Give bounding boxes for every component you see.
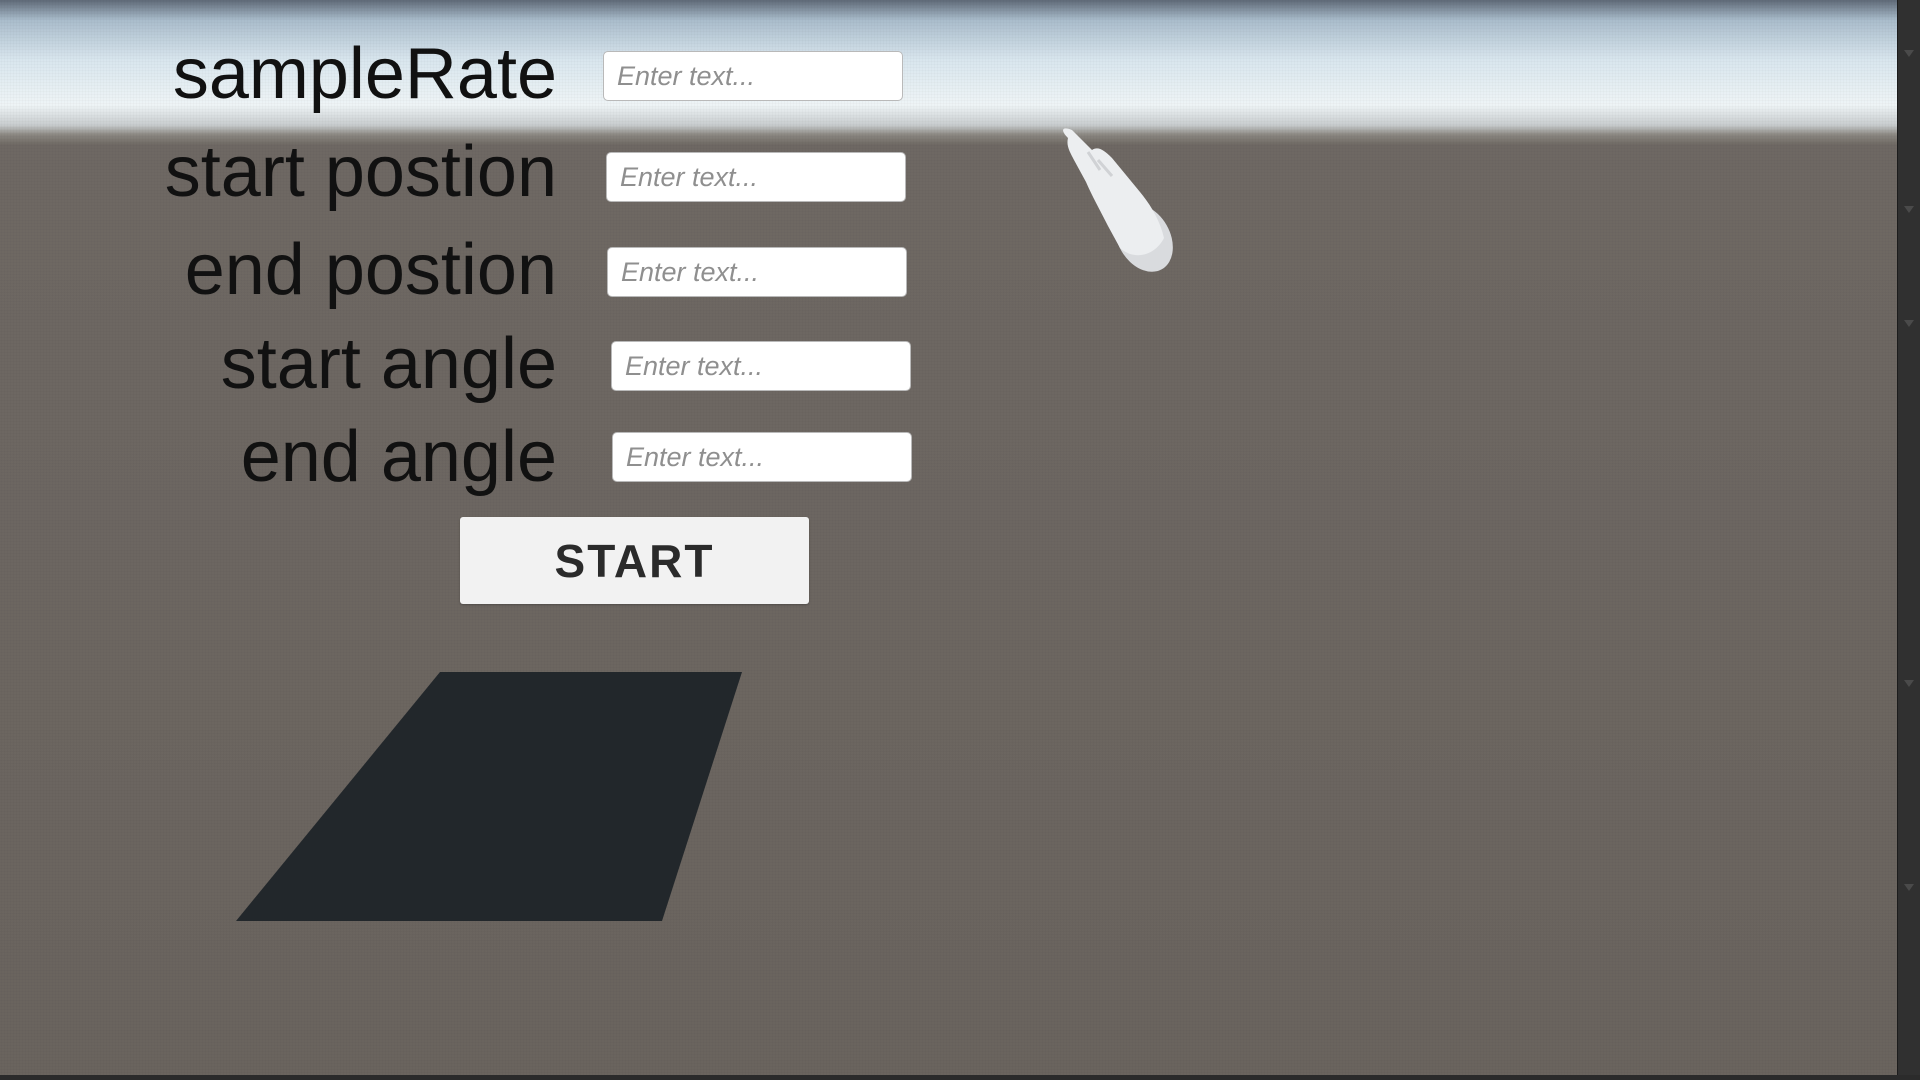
chevron-down-icon	[1904, 50, 1914, 57]
chevron-down-icon	[1904, 680, 1914, 687]
start-position-label: start postion	[164, 132, 557, 212]
start-angle-input[interactable]	[611, 341, 911, 391]
end-position-label: end postion	[184, 230, 557, 310]
hand-model-icon	[1063, 128, 1173, 272]
end-position-input[interactable]	[607, 247, 907, 297]
dark-plane	[236, 672, 742, 921]
side-panel-edge	[1897, 0, 1920, 1080]
start-angle-label: start angle	[220, 324, 557, 404]
samplerate-label: sampleRate	[172, 34, 557, 114]
chevron-down-icon	[1904, 884, 1914, 891]
start-position-input[interactable]	[606, 152, 906, 202]
start-button[interactable]: START	[460, 517, 809, 604]
end-angle-input[interactable]	[612, 432, 912, 482]
bottom-bar	[0, 1075, 1920, 1080]
samplerate-input[interactable]	[603, 51, 903, 101]
chevron-down-icon	[1904, 320, 1914, 327]
chevron-down-icon	[1904, 206, 1914, 213]
game-viewport[interactable]: sampleRate start postion end postion sta…	[0, 0, 1897, 1075]
end-angle-label: end angle	[240, 417, 557, 497]
